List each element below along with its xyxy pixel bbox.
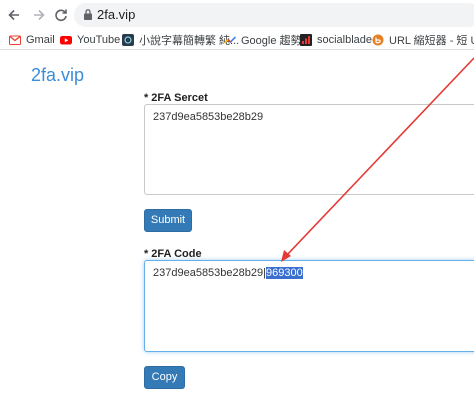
gmail-icon <box>9 35 21 45</box>
site-title-link[interactable]: 2fa.vip <box>31 64 84 86</box>
code-textarea[interactable]: 237d9ea5853be28b29|969300 <box>144 260 474 352</box>
bookmark-label: Gmail <box>26 34 55 46</box>
bookmark-youtube[interactable]: YouTube <box>60 32 120 48</box>
arrow-left-icon <box>8 9 19 21</box>
reload-icon <box>55 9 67 22</box>
secret-label-text: 2FA Sercet <box>151 92 208 104</box>
bookmark-label: socialblade <box>317 34 373 46</box>
bookmark-label: Google 趨勢 <box>241 35 302 47</box>
bookmark-socialblade[interactable]: socialblade <box>300 32 372 48</box>
browser-toolbar: 2fa.vip <box>0 0 474 30</box>
copy-button[interactable]: Copy <box>144 366 185 389</box>
secret-textarea[interactable]: 237d9ea5853be28b29 <box>144 104 474 195</box>
submit-button[interactable]: Submit <box>144 209 192 232</box>
bookmark-url-shortener[interactable]: URL 縮短器 - 短 U... <box>372 32 474 48</box>
bookmark-gmail[interactable]: Gmail <box>9 32 55 48</box>
back-button[interactable] <box>4 5 24 25</box>
forward-button[interactable] <box>29 5 49 25</box>
required-mark: * <box>144 92 149 104</box>
google-trends-icon <box>224 36 236 44</box>
code-value: 237d9ea5853be28b29| <box>153 267 266 279</box>
code-label-text: 2FA Code <box>151 248 202 260</box>
required-mark: * <box>144 248 149 260</box>
bookmark-label: YouTube <box>77 34 121 46</box>
lock-icon[interactable] <box>83 8 93 21</box>
bookmark-label: URL 縮短器 - 短 U... <box>389 35 474 47</box>
bookmark-subtitle-site[interactable]: 小說字幕簡轉繁 純... <box>122 32 239 48</box>
code-value-selected: 969300 <box>265 267 303 279</box>
url-text[interactable]: 2fa.vip <box>97 7 135 23</box>
arrow-right-icon <box>34 9 45 21</box>
reload-button[interactable] <box>51 5 71 25</box>
bookmark-google-trends[interactable]: Google 趨勢 <box>224 32 302 48</box>
address-bar[interactable]: 2fa.vip <box>74 3 474 27</box>
subtitle-site-icon <box>122 34 134 46</box>
url-shortener-icon <box>372 34 384 46</box>
secret-value: 237d9ea5853be28b29 <box>153 111 264 123</box>
socialblade-icon <box>300 34 312 46</box>
youtube-icon <box>60 36 72 45</box>
bookmarks-bar: Gmail YouTube 小說字幕簡轉繁 純... Google 趨勢 soc… <box>0 30 474 50</box>
